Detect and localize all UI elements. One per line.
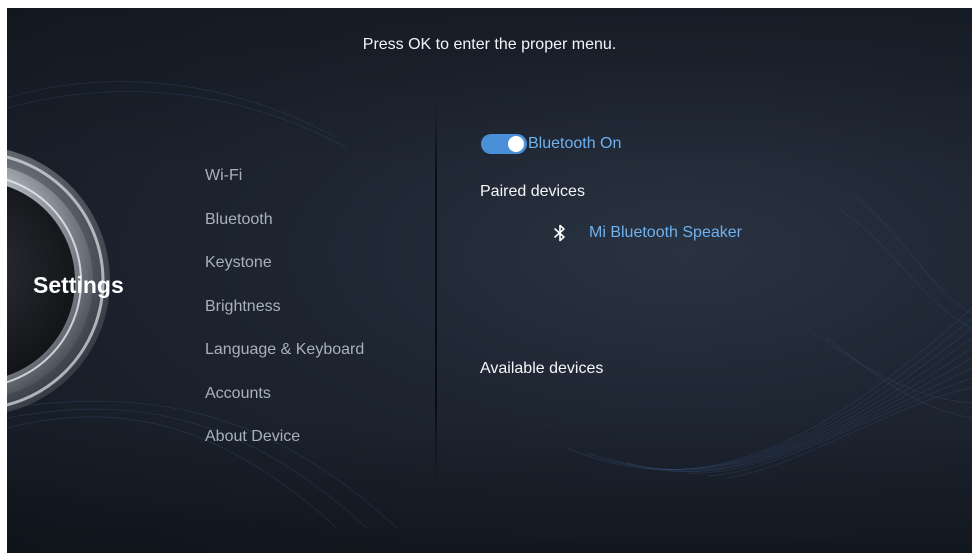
menu-item-bluetooth[interactable]: Bluetooth	[205, 210, 364, 254]
bluetooth-toggle-row[interactable]: Bluetooth On	[481, 133, 621, 155]
bluetooth-toggle-label: Bluetooth On	[528, 135, 622, 152]
menu-item-wifi[interactable]: Wi-Fi	[205, 166, 364, 210]
paired-device-name: Mi Bluetooth Speaker	[589, 224, 742, 241]
paired-devices-heading: Paired devices	[480, 183, 585, 200]
menu-item-brightness[interactable]: Brightness	[205, 297, 364, 341]
menu-item-keystone[interactable]: Keystone	[205, 253, 364, 297]
bluetooth-toggle[interactable]	[481, 134, 527, 154]
settings-menu: Wi-Fi Bluetooth Keystone Brightness Lang…	[205, 166, 364, 471]
menu-item-about-device[interactable]: About Device	[205, 427, 364, 471]
background-waves	[7, 81, 972, 529]
available-devices-heading: Available devices	[480, 360, 604, 377]
panel-divider	[435, 100, 437, 485]
settings-screen: Press OK to enter the proper menu. Setti…	[7, 8, 972, 553]
hint-text: Press OK to enter the proper menu.	[362, 36, 617, 53]
paired-device-item[interactable]: Mi Bluetooth Speaker	[553, 224, 742, 242]
menu-item-language-keyboard[interactable]: Language & Keyboard	[205, 340, 364, 384]
page-title: Settings	[33, 272, 124, 298]
toggle-knob	[508, 136, 524, 152]
menu-item-accounts[interactable]: Accounts	[205, 384, 364, 428]
top-cropped-strip	[0, 0, 978, 8]
bluetooth-icon	[554, 224, 565, 242]
